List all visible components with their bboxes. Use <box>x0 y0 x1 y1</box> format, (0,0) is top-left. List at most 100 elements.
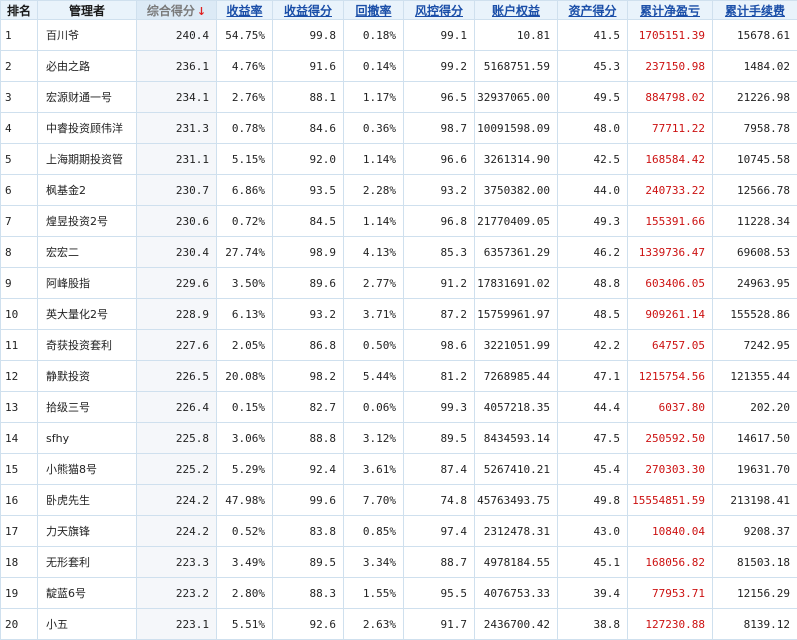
table-row: 16卧虎先生224.247.98%99.67.70%74.845763493.7… <box>1 485 797 516</box>
net-profit-cell: 1339736.47 <box>628 237 713 268</box>
rank-cell: 2 <box>1 51 38 82</box>
manager-name[interactable]: 卧虎先生 <box>38 485 137 516</box>
asset-score-cell: 43.0 <box>558 516 628 547</box>
asset-score-cell: 46.2 <box>558 237 628 268</box>
risk-score-cell: 85.3 <box>404 237 475 268</box>
net-profit-cell: 1215754.56 <box>628 361 713 392</box>
manager-name[interactable]: 靛蓝6号 <box>38 578 137 609</box>
table-row: 12静默投资226.520.08%98.25.44%81.27268985.44… <box>1 361 797 392</box>
fees-cell: 11228.34 <box>713 206 797 237</box>
manager-name[interactable]: 宏源财通一号 <box>38 82 137 113</box>
header-return-score[interactable]: 收益得分 <box>273 1 344 20</box>
risk-score-cell: 97.4 <box>404 516 475 547</box>
net-profit-cell: 64757.05 <box>628 330 713 361</box>
total-score-cell: 231.1 <box>137 144 217 175</box>
rank-cell: 7 <box>1 206 38 237</box>
return-score-cell: 83.8 <box>273 516 344 547</box>
total-score-cell: 225.8 <box>137 423 217 454</box>
net-profit-cell: 1705151.39 <box>628 20 713 51</box>
header-fees[interactable]: 累计手续费 <box>713 1 797 20</box>
drawdown-cell: 3.61% <box>344 454 404 485</box>
total-score-cell: 230.6 <box>137 206 217 237</box>
risk-score-cell: 98.7 <box>404 113 475 144</box>
drawdown-cell: 5.44% <box>344 361 404 392</box>
total-score-cell: 227.6 <box>137 330 217 361</box>
rank-cell: 14 <box>1 423 38 454</box>
manager-name[interactable]: 宏宏二 <box>38 237 137 268</box>
header-total-score[interactable]: 综合得分↓ <box>137 1 217 20</box>
return-score-cell: 93.2 <box>273 299 344 330</box>
manager-name[interactable]: 拾级三号 <box>38 392 137 423</box>
rank-cell: 11 <box>1 330 38 361</box>
risk-score-cell: 87.4 <box>404 454 475 485</box>
return-rate-cell: 0.15% <box>217 392 273 423</box>
asset-score-cell: 44.0 <box>558 175 628 206</box>
risk-score-cell: 81.2 <box>404 361 475 392</box>
drawdown-cell: 3.34% <box>344 547 404 578</box>
header-risk-score[interactable]: 风控得分 <box>404 1 475 20</box>
fees-cell: 12566.78 <box>713 175 797 206</box>
risk-score-cell: 95.5 <box>404 578 475 609</box>
asset-score-cell: 48.8 <box>558 268 628 299</box>
total-score-cell: 226.4 <box>137 392 217 423</box>
return-score-cell: 86.8 <box>273 330 344 361</box>
total-score-cell: 236.1 <box>137 51 217 82</box>
header-asset-score[interactable]: 资产得分 <box>558 1 628 20</box>
manager-name[interactable]: 阿峰股指 <box>38 268 137 299</box>
asset-score-cell: 45.4 <box>558 454 628 485</box>
manager-name[interactable]: 英大量化2号 <box>38 299 137 330</box>
asset-score-cell: 49.3 <box>558 206 628 237</box>
total-score-cell: 229.6 <box>137 268 217 299</box>
rank-cell: 5 <box>1 144 38 175</box>
manager-name[interactable]: 上海期期投资管 <box>38 144 137 175</box>
asset-score-cell: 48.5 <box>558 299 628 330</box>
fees-cell: 10745.58 <box>713 144 797 175</box>
equity-cell: 5267410.21 <box>475 454 558 485</box>
table-row: 10英大量化2号228.96.13%93.23.71%87.215759961.… <box>1 299 797 330</box>
manager-name[interactable]: 枫基金2 <box>38 175 137 206</box>
risk-score-cell: 99.2 <box>404 51 475 82</box>
drawdown-cell: 0.50% <box>344 330 404 361</box>
fees-cell: 9208.37 <box>713 516 797 547</box>
header-return-rate[interactable]: 收益率 <box>217 1 273 20</box>
manager-name[interactable]: 无形套利 <box>38 547 137 578</box>
manager-name[interactable]: 百川爷 <box>38 20 137 51</box>
manager-name[interactable]: 奇获投资套利 <box>38 330 137 361</box>
asset-score-cell: 48.0 <box>558 113 628 144</box>
equity-cell: 8434593.14 <box>475 423 558 454</box>
risk-score-cell: 99.1 <box>404 20 475 51</box>
drawdown-cell: 1.55% <box>344 578 404 609</box>
return-rate-cell: 47.98% <box>217 485 273 516</box>
manager-name[interactable]: 煌昱投资2号 <box>38 206 137 237</box>
equity-cell: 3750382.00 <box>475 175 558 206</box>
return-score-cell: 91.6 <box>273 51 344 82</box>
header-equity[interactable]: 账户权益 <box>475 1 558 20</box>
drawdown-cell: 3.12% <box>344 423 404 454</box>
equity-cell: 21770409.05 <box>475 206 558 237</box>
manager-name[interactable]: 小熊猫8号 <box>38 454 137 485</box>
manager-name[interactable]: 静默投资 <box>38 361 137 392</box>
asset-score-cell: 45.3 <box>558 51 628 82</box>
sort-desc-icon: ↓ <box>197 5 206 18</box>
manager-name[interactable]: 必由之路 <box>38 51 137 82</box>
drawdown-cell: 0.18% <box>344 20 404 51</box>
asset-score-cell: 39.4 <box>558 578 628 609</box>
rank-cell: 1 <box>1 20 38 51</box>
manager-name[interactable]: 力天旗锋 <box>38 516 137 547</box>
drawdown-cell: 7.70% <box>344 485 404 516</box>
rank-cell: 15 <box>1 454 38 485</box>
return-score-cell: 93.5 <box>273 175 344 206</box>
header-row: 排名 管理者 综合得分↓ 收益率 收益得分 回撤率 风控得分 账户权益 资产得分… <box>1 1 797 20</box>
manager-name[interactable]: 中睿投资顾伟洋 <box>38 113 137 144</box>
manager-name[interactable]: sfhy <box>38 423 137 454</box>
return-score-cell: 88.8 <box>273 423 344 454</box>
net-profit-cell: 15554851.59 <box>628 485 713 516</box>
risk-score-cell: 99.3 <box>404 392 475 423</box>
fees-cell: 19631.70 <box>713 454 797 485</box>
net-profit-cell: 6037.80 <box>628 392 713 423</box>
header-drawdown[interactable]: 回撤率 <box>344 1 404 20</box>
return-rate-cell: 2.05% <box>217 330 273 361</box>
net-profit-cell: 603406.05 <box>628 268 713 299</box>
header-net-profit[interactable]: 累计净盈亏 <box>628 1 713 20</box>
net-profit-cell: 168056.82 <box>628 547 713 578</box>
